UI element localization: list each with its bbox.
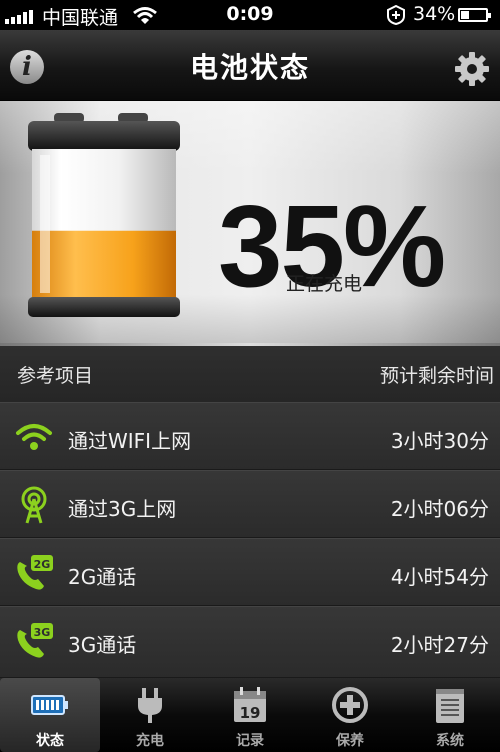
orientation-lock-icon [387,5,405,25]
badge-text: 3G [34,626,51,639]
tab-label: 充电 [136,733,164,749]
gear-icon[interactable] [452,49,492,89]
tab-label: 系统 [436,733,464,749]
badge-text: 2G [34,558,51,571]
plug-icon [138,688,162,723]
tab-records[interactable]: 19 记录 [200,678,300,752]
list-item-3g-call[interactable]: 3G 3G通话 2小时27分 [0,606,500,678]
tab-charge[interactable]: 充电 [100,678,200,752]
tab-label: 记录 [236,733,264,749]
charging-status: 正在充电 [286,273,363,295]
antenna-icon [21,486,47,524]
phone-2g-icon: 2G [17,555,53,590]
item-value: 4小时54分 [390,565,489,589]
calendar-icon: 19 [234,687,266,722]
battery-icon [31,695,68,715]
tab-bar: 状态 充电 19 记录 保养 系统 [0,678,500,752]
phone-3g-icon: 3G [17,623,53,658]
battery-icon [458,8,491,22]
item-value: 2小时27分 [390,633,489,657]
status-bar: 中国联通 0:09 34% [0,0,500,30]
notepad-icon [436,689,464,723]
item-label: 2G通话 [68,565,137,589]
item-label: 通过3G上网 [68,497,177,521]
tab-status[interactable]: 状态 [0,678,100,752]
list-item-wifi[interactable]: 通过WIFI上网 3小时30分 [0,402,500,470]
tab-maintenance[interactable]: 保养 [300,678,400,752]
calendar-day: 19 [240,704,261,722]
header-reference-item: 参考项目 [17,365,94,387]
item-value: 3小时30分 [390,429,489,453]
list-item-3g-internet[interactable]: 通过3G上网 2小时06分 [0,470,500,538]
wifi-icon [16,424,52,450]
list-header: 参考项目 预计剩余时间 [0,346,500,403]
item-label: 通过WIFI上网 [68,429,192,453]
tab-label: 保养 [336,733,364,749]
runtime-list: 参考项目 预计剩余时间 通过WIFI上网 3小时30分 通过3G上网 2小时06… [0,346,500,678]
page-title: 电池状态 [189,51,310,84]
header-remaining-time: 预计剩余时间 [379,365,494,387]
tab-label: 状态 [36,733,64,749]
battery-status-panel: 35% 正在充电 [0,101,500,343]
battery-illustration-icon [28,113,180,317]
battery-percent-text: 34% [413,3,456,25]
tab-system[interactable]: 系统 [400,678,500,752]
item-label: 3G通话 [68,633,137,657]
plus-circle-icon [332,687,368,723]
navigation-bar: i 电池状态 [0,30,500,101]
item-value: 2小时06分 [390,497,489,521]
list-item-2g-call[interactable]: 2G 2G通话 4小时54分 [0,538,500,606]
